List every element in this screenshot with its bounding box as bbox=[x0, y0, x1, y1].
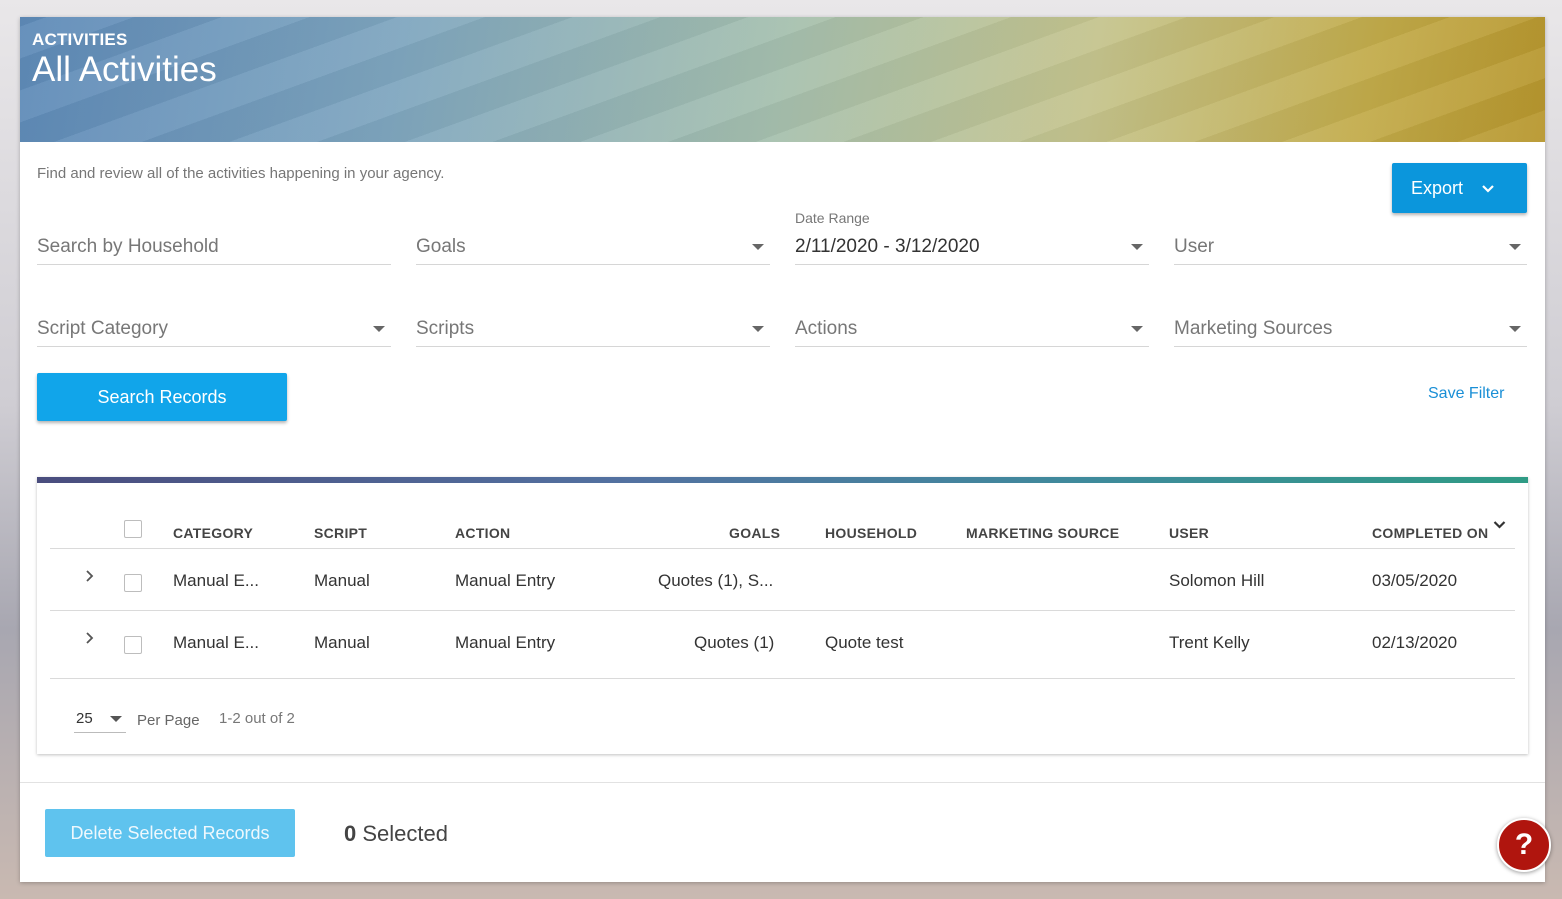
page-description: Find and review all of the activities ha… bbox=[37, 165, 445, 182]
caret-down-icon bbox=[1131, 244, 1143, 250]
row-checkbox[interactable] bbox=[124, 636, 142, 654]
column-header-household[interactable]: HOUSEHOLD bbox=[825, 525, 917, 541]
per-page-value: 25 bbox=[76, 710, 93, 727]
page-title: All Activities bbox=[32, 50, 217, 89]
export-button[interactable]: Export bbox=[1392, 163, 1527, 213]
footer-divider bbox=[20, 782, 1545, 783]
export-label: Export bbox=[1411, 177, 1464, 198]
user-select[interactable]: User bbox=[1174, 225, 1527, 265]
cell-goals: Quotes (1), S... bbox=[658, 571, 774, 590]
row-checkbox[interactable] bbox=[124, 574, 142, 592]
script-category-select[interactable]: Script Category bbox=[37, 307, 391, 347]
cell-script: Manual bbox=[314, 633, 370, 652]
main-card: ACTIVITIES All Activities Find and revie… bbox=[20, 17, 1545, 882]
caret-down-icon bbox=[373, 326, 385, 332]
chevron-right-icon[interactable] bbox=[83, 631, 97, 645]
per-page-select[interactable]: 25 bbox=[74, 703, 126, 733]
scripts-select-value: Scripts bbox=[416, 318, 475, 339]
actions-select[interactable]: Actions bbox=[795, 307, 1149, 347]
actions-select-value: Actions bbox=[795, 318, 858, 339]
section-label: ACTIVITIES bbox=[32, 30, 128, 49]
column-header-script[interactable]: SCRIPT bbox=[314, 525, 367, 541]
cell-household: Quote test bbox=[825, 633, 904, 652]
pagination-count: 1-2 out of 2 bbox=[219, 710, 295, 727]
cell-category: Manual E... bbox=[173, 633, 259, 652]
select-all-checkbox[interactable] bbox=[124, 520, 142, 538]
caret-down-icon bbox=[1509, 244, 1521, 250]
caret-down-icon bbox=[1131, 326, 1143, 332]
chevron-down-icon[interactable] bbox=[1492, 518, 1507, 532]
row-divider bbox=[50, 610, 1515, 611]
selected-count-label: Selected bbox=[356, 821, 448, 846]
caret-down-icon bbox=[752, 326, 764, 332]
column-header-marketing-source[interactable]: MARKETING SOURCE bbox=[966, 525, 1119, 541]
cell-script: Manual bbox=[314, 571, 370, 590]
table-bottom-divider bbox=[50, 678, 1515, 679]
caret-down-icon bbox=[1509, 326, 1521, 332]
activities-table: CATEGORY SCRIPT ACTION GOALS HOUSEHOLD M… bbox=[37, 477, 1528, 754]
cell-completed-on: 02/13/2020 bbox=[1372, 633, 1458, 652]
chevron-right-icon[interactable] bbox=[83, 569, 97, 583]
scripts-select[interactable]: Scripts bbox=[416, 307, 770, 347]
cell-completed-on: 03/05/2020 bbox=[1372, 571, 1458, 590]
date-range-label: Date Range bbox=[795, 210, 870, 226]
date-range-value: 2/11/2020 - 3/12/2020 bbox=[795, 236, 980, 257]
selected-count: 0 Selected bbox=[344, 821, 448, 847]
header-divider bbox=[50, 548, 1515, 549]
household-search-placeholder: Search by Household bbox=[37, 236, 219, 257]
help-button[interactable]: ? bbox=[1497, 818, 1551, 872]
save-filter-link[interactable]: Save Filter bbox=[1428, 385, 1504, 403]
cell-action: Manual Entry bbox=[455, 571, 556, 590]
cell-category: Manual E... bbox=[173, 571, 259, 590]
column-header-category[interactable]: CATEGORY bbox=[173, 525, 253, 541]
banner-background bbox=[20, 17, 1545, 142]
selected-count-number: 0 bbox=[344, 821, 357, 846]
column-header-goals[interactable]: GOALS bbox=[729, 525, 780, 541]
script-category-value: Script Category bbox=[37, 318, 168, 339]
cell-goals: Quotes (1) bbox=[694, 633, 775, 652]
column-header-completed-on[interactable]: COMPLETED ON bbox=[1372, 525, 1488, 541]
user-select-value: User bbox=[1174, 236, 1215, 257]
column-header-user[interactable]: USER bbox=[1169, 525, 1209, 541]
cell-user: Trent Kelly bbox=[1169, 633, 1250, 652]
delete-selected-button[interactable]: Delete Selected Records bbox=[45, 809, 295, 857]
household-search-input[interactable]: Search by Household bbox=[37, 225, 391, 265]
chevron-down-icon bbox=[1482, 185, 1494, 193]
search-records-button[interactable]: Search Records bbox=[37, 373, 287, 421]
cell-user: Solomon Hill bbox=[1169, 571, 1265, 590]
page-banner: ACTIVITIES All Activities bbox=[20, 17, 1545, 142]
marketing-sources-select[interactable]: Marketing Sources bbox=[1174, 307, 1527, 347]
goals-select[interactable]: Goals bbox=[416, 225, 770, 265]
per-page-label: Per Page bbox=[137, 712, 200, 729]
cell-action: Manual Entry bbox=[455, 633, 556, 652]
marketing-sources-value: Marketing Sources bbox=[1174, 318, 1333, 339]
goals-select-value: Goals bbox=[416, 236, 466, 257]
caret-down-icon bbox=[752, 244, 764, 250]
date-range-select[interactable]: 2/11/2020 - 3/12/2020 bbox=[795, 225, 1149, 265]
column-header-action[interactable]: ACTION bbox=[455, 525, 510, 541]
caret-down-icon bbox=[110, 716, 122, 722]
